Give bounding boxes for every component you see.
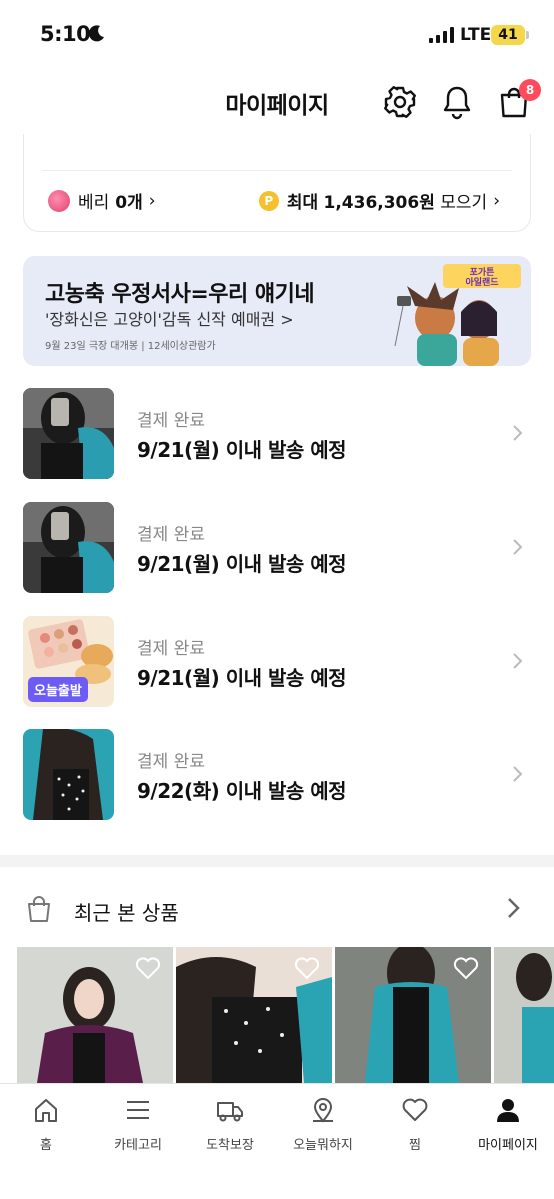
- product-thumbnail: 오늘출발: [23, 616, 114, 707]
- clock: 5:10: [40, 22, 91, 46]
- svg-text:아일랜드: 아일랜드: [465, 276, 499, 288]
- recent-product[interactable]: [17, 947, 173, 1083]
- product-thumbnail: [23, 388, 114, 479]
- menu-icon: [127, 1101, 149, 1119]
- tab-wishlist[interactable]: 찜: [369, 1084, 461, 1164]
- order-shipping-date: 9/21(월) 이내 발송 예정: [137, 666, 347, 690]
- signal-icon: [429, 27, 454, 43]
- berry-link[interactable]: 베리 0개 ›: [48, 188, 156, 213]
- heart-icon[interactable]: [453, 957, 479, 981]
- moon-icon: [88, 25, 104, 42]
- divider: [42, 170, 512, 171]
- shopping-bag-icon: [28, 896, 50, 922]
- page-header: 마이페이지: [0, 70, 554, 134]
- chevron-right-icon: [513, 653, 523, 669]
- tab-delivery[interactable]: 도착보장: [184, 1084, 276, 1164]
- tab-label: 도착보장: [206, 1138, 254, 1153]
- recent-product[interactable]: [176, 947, 332, 1083]
- recent-product[interactable]: [335, 947, 491, 1083]
- tab-mypage[interactable]: 마이페이지: [462, 1084, 554, 1164]
- chevron-right-icon: [513, 425, 523, 441]
- berry-icon: [48, 189, 70, 212]
- person-icon: [497, 1099, 519, 1122]
- order-shipping-date: 9/21(월) 이내 발송 예정: [137, 552, 347, 576]
- order-status: 결제 완료: [137, 639, 205, 659]
- chevron-right-icon: ›: [493, 190, 500, 211]
- tab-label: 마이페이지: [478, 1138, 538, 1153]
- product-thumbnail: [23, 502, 114, 593]
- tab-label: 카테고리: [114, 1138, 162, 1153]
- tab-today[interactable]: 오늘뭐하지: [277, 1084, 369, 1164]
- point-coin-icon: P: [258, 190, 279, 211]
- points-label: 최대: [286, 193, 319, 213]
- heart-icon[interactable]: [294, 957, 320, 981]
- chevron-right-icon: ›: [148, 190, 156, 211]
- heart-icon: [402, 1098, 428, 1121]
- tab-label: 오늘뭐하지: [293, 1138, 353, 1153]
- notification-bell-icon[interactable]: [437, 82, 477, 122]
- berry-label: 베리: [78, 193, 110, 213]
- banner-note: 9월 23일 극장 대개봉 | 12세이상관람가: [45, 341, 216, 352]
- tab-label: 홈: [40, 1138, 52, 1153]
- bottom-tab-bar: 홈 카테고리 도착보장 오늘뭐하지 찜 마이페이지: [0, 1083, 554, 1199]
- chevron-right-icon: [508, 898, 520, 918]
- promo-banner[interactable]: 고농축 우정서사=우리 얘기네 '장화신은 고양이'감독 신작 예매권 > 9월…: [23, 256, 531, 366]
- order-shipping-date: 9/21(월) 이내 발송 예정: [137, 438, 347, 462]
- svg-text:포가튼: 포가튼: [470, 266, 495, 278]
- points-value: 1,436,306원: [323, 193, 435, 213]
- order-status: 결제 완료: [137, 752, 205, 772]
- battery-tip: [526, 31, 529, 39]
- berry-count: 0개: [115, 193, 143, 213]
- chevron-right-icon: [513, 539, 523, 555]
- order-item[interactable]: 결제 완료 9/21(월) 이내 발송 예정: [0, 502, 554, 594]
- settings-gear-icon[interactable]: [380, 82, 420, 122]
- order-status: 결제 완료: [137, 525, 205, 545]
- banner-subtitle: '장화신은 고양이'감독 신작 예매권 >: [45, 310, 294, 329]
- map-pin-icon: [313, 1098, 333, 1123]
- cart-count-badge: 8: [519, 79, 541, 101]
- heart-icon[interactable]: [135, 957, 161, 981]
- recently-viewed-title: 최근 본 상품: [74, 901, 179, 925]
- home-icon: [35, 1099, 57, 1122]
- order-status: 결제 완료: [137, 411, 205, 431]
- banner-title: 고농축 우정서사=우리 얘기네: [45, 282, 315, 307]
- order-item[interactable]: 결제 완료 9/22(화) 이내 발송 예정: [0, 729, 554, 821]
- truck-icon: [217, 1102, 243, 1122]
- recent-product[interactable]: [494, 947, 554, 1083]
- tab-home[interactable]: 홈: [0, 1084, 92, 1164]
- order-shipping-date: 9/22(화) 이내 발송 예정: [137, 779, 347, 803]
- recently-viewed-header[interactable]: 최근 본 상품: [0, 867, 554, 947]
- product-thumbnail: [23, 729, 114, 820]
- battery-icon: 41: [491, 25, 525, 45]
- network-label: LTE: [460, 25, 492, 45]
- section-separator: [0, 855, 554, 867]
- status-bar: 5:10 LTE 41: [0, 0, 554, 70]
- chevron-right-icon: [513, 766, 523, 782]
- order-item[interactable]: 결제 완료 9/21(월) 이내 발송 예정: [0, 388, 554, 480]
- points-action: 모으기: [440, 193, 488, 213]
- order-item[interactable]: 오늘출발 결제 완료 9/21(월) 이내 발송 예정: [0, 616, 554, 708]
- tab-label: 찜: [409, 1138, 421, 1153]
- same-day-shipping-badge: 오늘출발: [28, 677, 88, 702]
- points-link[interactable]: P 최대 1,436,306원 모으기 ›: [258, 188, 500, 213]
- product-image: [494, 947, 554, 1083]
- movie-characters-image: 포가튼 아일랜드: [394, 264, 521, 366]
- tab-category[interactable]: 카테고리: [92, 1084, 184, 1164]
